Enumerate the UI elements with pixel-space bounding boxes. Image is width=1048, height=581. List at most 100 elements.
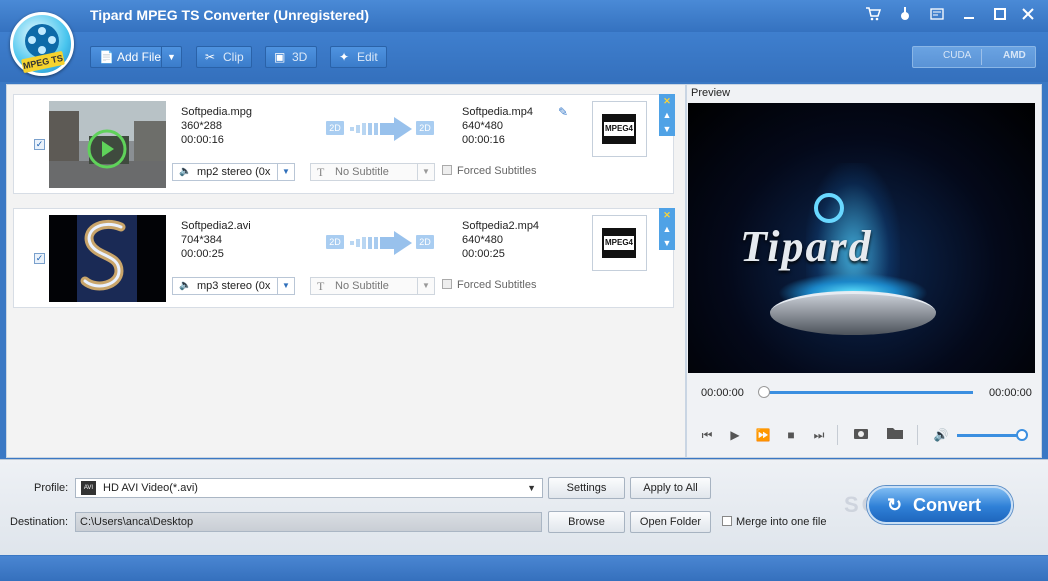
apply-to-all-button[interactable]: Apply to All	[630, 477, 711, 499]
browse-button[interactable]: Browse	[548, 511, 625, 533]
cart-icon[interactable]	[864, 6, 882, 24]
destination-label: Destination:	[10, 516, 69, 528]
forced-subtitles-checkbox[interactable]: Forced Subtitles	[442, 279, 536, 291]
2d-badge: 2D	[416, 121, 434, 135]
file-row[interactable]: ✓ Softpedia.mpg 360*288 00:00:16 2D 2D S…	[13, 94, 675, 194]
audio-track-value: mp2 stereo (0x	[197, 166, 271, 178]
checkbox-box[interactable]	[442, 165, 452, 175]
output-info: Softpedia.mp4 640*480 00:00:16	[462, 105, 533, 147]
profile-dropdown[interactable]: AVI HD AVI Video(*.avi) ▼	[75, 478, 543, 498]
reel-icon	[814, 193, 844, 223]
file-row[interactable]: ✓ Softpedia2.avi 704*384 00:00:25 2D 2D …	[13, 208, 675, 308]
video-thumbnail[interactable]	[49, 101, 166, 188]
seek-handle[interactable]	[758, 386, 770, 398]
move-down-icon[interactable]: ▼	[659, 236, 675, 250]
move-up-icon[interactable]: ▲	[659, 222, 675, 236]
remove-icon[interactable]: ✕	[659, 94, 675, 108]
file-checkbox[interactable]: ✓	[34, 253, 45, 264]
amd-toggle[interactable]: AMD	[1003, 50, 1026, 61]
clip-label: Clip	[223, 50, 244, 64]
audio-track-dropdown[interactable]: 🔈 mp3 stereo (0x ▼	[172, 277, 295, 295]
stop-icon[interactable]: ■	[783, 427, 799, 443]
brand-logo: Tipard	[740, 222, 873, 271]
2d-badge: 2D	[326, 121, 344, 135]
file-checkbox[interactable]: ✓	[34, 139, 45, 150]
output-format-button[interactable]: MPEG4	[592, 101, 647, 157]
output-info: Softpedia2.mp4 640*480 00:00:25	[462, 219, 539, 261]
merge-label: Merge into one file	[736, 516, 827, 528]
next-icon[interactable]: ⏭	[811, 427, 827, 443]
source-info: Softpedia2.avi 704*384 00:00:25	[181, 219, 251, 261]
audio-track-dropdown[interactable]: 🔈 mp2 stereo (0x ▼	[172, 163, 295, 181]
snapshot-icon[interactable]	[853, 427, 869, 443]
destination-field[interactable]: C:\Users\anca\Desktop	[75, 512, 542, 532]
seek-bar[interactable]	[763, 391, 973, 394]
volume-icon[interactable]: 🔊	[933, 427, 949, 443]
scissors-icon: ✂	[205, 50, 216, 64]
title-bar: Tipard MPEG TS Converter (Unregistered)	[0, 0, 1048, 32]
key-icon[interactable]	[896, 6, 914, 24]
remove-icon[interactable]: ✕	[659, 208, 675, 222]
chevron-down-icon[interactable]: ▼	[277, 164, 294, 180]
pencil-icon[interactable]: ✎	[558, 105, 568, 119]
move-up-icon[interactable]: ▲	[659, 108, 675, 122]
chevron-down-icon[interactable]: ▼	[527, 479, 536, 497]
convert-button[interactable]: ↻ Convert	[867, 486, 1013, 524]
fast-forward-icon[interactable]: ⏩	[755, 427, 771, 443]
merge-checkbox[interactable]: Merge into one file	[722, 516, 827, 528]
register-icon[interactable]	[928, 6, 946, 24]
checkbox-box[interactable]	[442, 279, 452, 289]
edit-button[interactable]: ✦ Edit	[330, 46, 387, 68]
folder-icon[interactable]	[887, 427, 903, 443]
row-controls: ✕ ▲ ▼	[659, 208, 675, 250]
output-settings: Profile: AVI HD AVI Video(*.avi) ▼ Setti…	[0, 459, 1048, 555]
subtitle-dropdown[interactable]: T No Subtitle ▼	[310, 277, 435, 295]
cuda-toggle[interactable]: CUDA	[943, 50, 971, 61]
play-icon[interactable]: ▶	[727, 427, 743, 443]
chevron-down-icon[interactable]: ▼	[417, 164, 434, 180]
audio-track-value: mp3 stereo (0x	[197, 280, 271, 292]
output-format-button[interactable]: MPEG4	[592, 215, 647, 271]
speaker-icon: 🔈	[179, 166, 192, 177]
speaker-icon: 🔈	[179, 280, 192, 291]
minimize-icon[interactable]	[960, 6, 978, 24]
subtitle-value: No Subtitle	[335, 280, 389, 292]
subtitle-dropdown[interactable]: T No Subtitle ▼	[310, 163, 435, 181]
forced-subtitles-checkbox[interactable]: Forced Subtitles	[442, 165, 536, 177]
add-file-dropdown-icon[interactable]: ▼	[161, 47, 181, 67]
3d-button[interactable]: ▣ 3D	[265, 46, 317, 68]
output-filename: Softpedia.mp4	[462, 106, 533, 118]
forced-subtitles-label: Forced Subtitles	[457, 279, 537, 291]
settings-button[interactable]: Settings	[548, 477, 625, 499]
source-duration: 00:00:16	[181, 134, 224, 146]
chevron-down-icon[interactable]: ▼	[417, 278, 434, 294]
output-duration: 00:00:25	[462, 248, 505, 260]
video-thumbnail[interactable]	[49, 215, 166, 302]
format-label: MPEG4	[604, 122, 634, 136]
volume-handle[interactable]	[1016, 429, 1028, 441]
pedestal-disk	[770, 291, 936, 335]
edit-label: Edit	[357, 50, 378, 64]
2d-badge: 2D	[416, 235, 434, 249]
add-file-button[interactable]: 📄 Add File ▼	[90, 46, 182, 68]
gpu-separator	[981, 49, 982, 65]
chevron-down-icon[interactable]: ▼	[277, 278, 294, 294]
output-filename: Softpedia2.mp4	[462, 220, 540, 232]
3d-icon: ▣	[274, 50, 286, 64]
close-icon[interactable]	[1019, 6, 1037, 24]
3d-label: 3D	[292, 50, 308, 64]
previous-icon[interactable]: ⏮	[699, 427, 715, 443]
volume-slider[interactable]	[957, 434, 1023, 437]
open-folder-button[interactable]: Open Folder	[630, 511, 711, 533]
source-duration: 00:00:25	[181, 248, 224, 260]
avi-file-icon: AVI	[81, 481, 96, 495]
app-logo: MPEG TS	[10, 12, 74, 76]
logo-label: MPEG TS	[21, 50, 65, 74]
format-label: MPEG4	[604, 236, 634, 250]
move-down-icon[interactable]: ▼	[659, 122, 675, 136]
maximize-icon[interactable]	[991, 6, 1009, 24]
clip-button[interactable]: ✂ Clip	[196, 46, 252, 68]
refresh-icon: ↻	[887, 495, 903, 515]
control-separator	[917, 425, 918, 445]
checkbox-box[interactable]	[722, 516, 732, 526]
